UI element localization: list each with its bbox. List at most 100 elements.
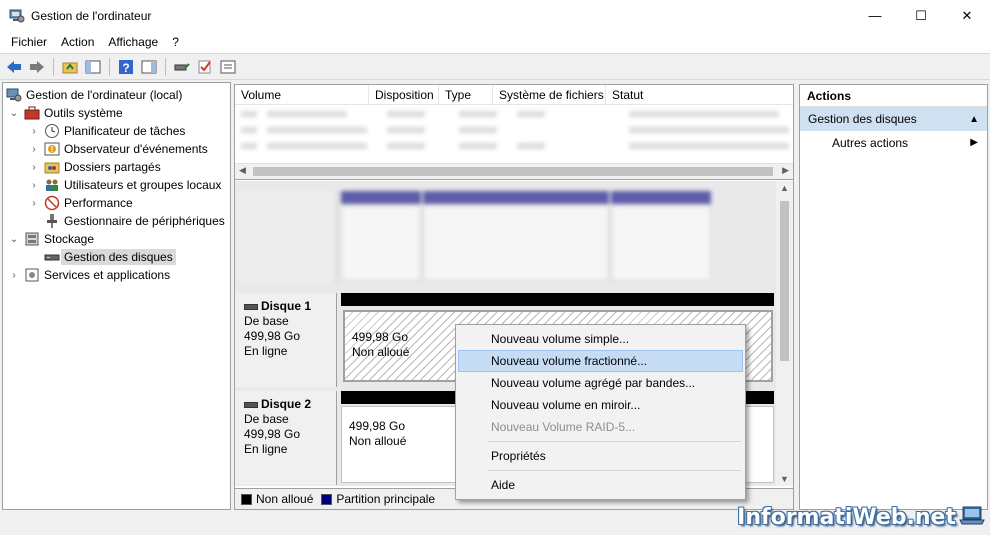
- chevron-right-icon[interactable]: ›: [28, 125, 40, 137]
- tree-item-label: Gestion des disques: [61, 249, 176, 265]
- disk-row-blurred: [235, 191, 776, 283]
- menu-item-nouveau-volume-simple[interactable]: Nouveau volume simple...: [458, 328, 743, 350]
- collapse-up-icon[interactable]: ▲: [969, 114, 979, 125]
- table-row[interactable]: [235, 123, 793, 137]
- tree-item-label: Stockage: [44, 232, 95, 246]
- column-header-file-system[interactable]: Système de fichiers: [493, 85, 606, 105]
- actions-item-label: Autres actions: [832, 136, 909, 150]
- disk-size: 499,98 Go: [244, 329, 301, 343]
- disk-label[interactable]: Disque 2 De base 499,98 Go En ligne: [235, 391, 337, 485]
- tree-item-gestion-disques[interactable]: Gestion des disques: [3, 248, 230, 266]
- menu-item-nouveau-volume-agrege[interactable]: Nouveau volume agrégé par bandes...: [458, 372, 743, 394]
- scroll-left-icon[interactable]: ◀: [239, 165, 246, 176]
- tree-item-dossiers-partages[interactable]: › Dossiers partagés: [3, 158, 230, 176]
- menu-separator: [488, 441, 741, 442]
- toolbar-separator: [165, 57, 166, 76]
- menu-item-aide[interactable]: Aide: [458, 474, 743, 496]
- maximize-button[interactable]: ☐: [898, 0, 944, 31]
- menu-item-nouveau-volume-miroir[interactable]: Nouveau volume en miroir...: [458, 394, 743, 416]
- performance-icon: [44, 195, 60, 211]
- context-menu: Nouveau volume simple... Nouveau volume …: [455, 324, 746, 500]
- console-tree: Gestion de l'ordinateur (local) ⌄ Outils…: [2, 82, 231, 510]
- chevron-right-icon[interactable]: ›: [28, 161, 40, 173]
- partition-box[interactable]: [341, 205, 421, 281]
- chevron-down-icon[interactable]: ⌄: [8, 107, 20, 119]
- legend-swatch-primary: [321, 493, 333, 505]
- partition-bar: [611, 191, 711, 204]
- forward-arrow-icon[interactable]: [27, 57, 47, 77]
- column-header-disposition[interactable]: Disposition: [369, 85, 439, 105]
- title-bar: Gestion de l'ordinateur — ☐ ✕: [0, 0, 990, 31]
- tree-item-outils-systeme[interactable]: ⌄ Outils système: [3, 104, 230, 122]
- disk-icon: [244, 401, 258, 408]
- menu-item-nouveau-volume-raid5: Nouveau Volume RAID-5...: [491, 420, 636, 434]
- chevron-right-icon[interactable]: ›: [28, 143, 40, 155]
- scrollbar-thumb[interactable]: [253, 167, 773, 176]
- horizontal-scrollbar[interactable]: ◀ ▶: [235, 163, 793, 180]
- window-title: Gestion de l'ordinateur: [31, 8, 152, 23]
- check-icon[interactable]: [195, 57, 215, 77]
- table-row[interactable]: [235, 139, 793, 153]
- chevron-right-icon[interactable]: ›: [28, 179, 40, 191]
- menu-fichier[interactable]: Fichier: [4, 35, 54, 49]
- column-header-status[interactable]: Statut: [606, 85, 793, 105]
- disk-size: 499,98 Go: [244, 427, 301, 441]
- users-icon: [44, 177, 60, 193]
- connect-disk-icon[interactable]: [172, 57, 192, 77]
- tree-item-stockage[interactable]: ⌄ Stockage: [3, 230, 230, 248]
- disk-label[interactable]: Disque 1 De base 499,98 Go En ligne: [235, 293, 337, 387]
- menu-item-nouveau-volume-fractionne[interactable]: Nouveau volume fractionné...: [458, 350, 743, 372]
- menu-affichage[interactable]: Affichage: [101, 35, 165, 49]
- column-header-type[interactable]: Type: [439, 85, 493, 105]
- actions-section-gestion-disques[interactable]: Gestion des disques ▲: [800, 107, 987, 131]
- up-folder-icon[interactable]: [60, 57, 80, 77]
- scrollbar-thumb[interactable]: [780, 201, 789, 361]
- menu-action[interactable]: Action: [54, 35, 101, 49]
- tree-item-planificateur[interactable]: › Planificateur de tâches: [3, 122, 230, 140]
- table-row[interactable]: [235, 107, 793, 121]
- tree-item-gestionnaire-peripheriques[interactable]: Gestionnaire de périphériques: [3, 212, 230, 230]
- tree-item-services[interactable]: › Services et applications: [3, 266, 230, 284]
- menu-help[interactable]: ?: [165, 35, 186, 49]
- tree-root-label: Gestion de l'ordinateur (local): [26, 88, 183, 102]
- computer-management-icon: [6, 87, 22, 103]
- tree-item-label: Dossiers partagés: [64, 160, 161, 174]
- column-header-volume[interactable]: Volume: [235, 85, 369, 105]
- svg-text:!: !: [51, 145, 54, 154]
- laptop-icon: [958, 505, 986, 527]
- partition-box[interactable]: [611, 205, 711, 281]
- chevron-right-icon[interactable]: ›: [28, 197, 40, 209]
- submenu-arrow-icon: ▶: [970, 137, 978, 148]
- disk-label-blurred: [235, 191, 337, 283]
- toolbox-icon: [24, 105, 40, 121]
- back-arrow-icon[interactable]: [4, 57, 24, 77]
- show-hide-tree-icon[interactable]: [83, 57, 103, 77]
- actions-item-autres[interactable]: Autres actions ▶: [800, 131, 987, 155]
- volume-list-blurred: [235, 105, 793, 161]
- watermark: InformatiWeb.net: [737, 505, 956, 530]
- tree-item-label: Utilisateurs et groupes locaux: [64, 178, 222, 192]
- actions-pane: Actions Gestion des disques ▲ Autres act…: [799, 84, 988, 510]
- minimize-button[interactable]: —: [852, 0, 898, 31]
- tree-item-performance[interactable]: › Performance: [3, 194, 230, 212]
- disk-type: De base: [244, 412, 289, 426]
- scroll-up-icon[interactable]: ▲: [780, 183, 789, 193]
- tree-item-utilisateurs[interactable]: › Utilisateurs et groupes locaux: [3, 176, 230, 194]
- scroll-down-icon[interactable]: ▼: [780, 474, 789, 484]
- chevron-right-icon[interactable]: ›: [8, 269, 20, 281]
- show-hide-action-pane-icon[interactable]: [139, 57, 159, 77]
- actions-section-label: Gestion des disques: [808, 112, 917, 126]
- chevron-down-icon[interactable]: ⌄: [8, 233, 20, 245]
- help-icon[interactable]: ?: [116, 57, 136, 77]
- close-button[interactable]: ✕: [944, 0, 990, 31]
- tree-root[interactable]: Gestion de l'ordinateur (local): [3, 86, 230, 104]
- partition-bar: [341, 191, 421, 204]
- legend-swatch-unallocated: [241, 493, 252, 505]
- properties-icon[interactable]: [218, 57, 238, 77]
- menu-item-proprietes[interactable]: Propriétés: [458, 445, 743, 467]
- scroll-right-icon[interactable]: ▶: [782, 165, 789, 176]
- partition-box[interactable]: [423, 205, 609, 281]
- vertical-scrollbar[interactable]: ▲ ▼: [776, 181, 793, 486]
- tree-item-observateur[interactable]: › ! Observateur d'événements: [3, 140, 230, 158]
- toolbar-separator: [53, 57, 54, 76]
